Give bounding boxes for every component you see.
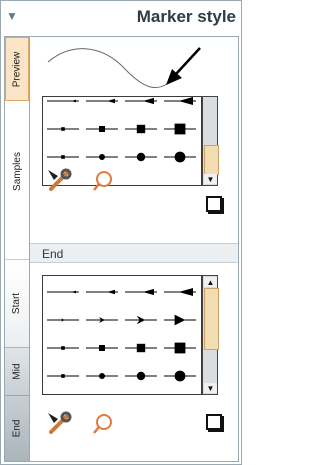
samples-marker-square-2[interactable] [121, 115, 160, 143]
panel-title: Marker style [136, 7, 236, 26]
end-section-label: End [42, 247, 64, 261]
samples-marker-flat-1[interactable] [82, 97, 121, 115]
tab-start-label: Start [11, 292, 23, 315]
tab-samples-label: Samples [11, 151, 23, 191]
tab-preview-label: Preview [11, 51, 23, 87]
tab-samples[interactable]: Samples [5, 101, 29, 241]
samples-search-button[interactable] [88, 166, 118, 196]
end-marker-square-0[interactable] [43, 334, 82, 362]
tab-end[interactable]: End [5, 395, 29, 461]
end-marker-flat-1[interactable] [82, 278, 121, 306]
end-marker-circle-1[interactable] [82, 362, 121, 390]
preview-curve [47, 48, 168, 89]
end-scroll-down-button[interactable]: ▼ [204, 383, 217, 393]
magnifier-icon [93, 171, 112, 191]
end-marker-arrow-2[interactable] [121, 306, 160, 334]
collapse-triangle-icon[interactable]: ▼ [6, 10, 20, 22]
end-tools-button[interactable] [44, 409, 74, 439]
tab-mid-label: Mid [11, 363, 23, 380]
end-marker-flat-2[interactable] [121, 278, 160, 306]
tab-start[interactable]: Start [5, 259, 29, 347]
end-marker-circle-2[interactable] [121, 362, 160, 390]
tab-mid[interactable]: Mid [5, 347, 29, 395]
samples-marker-square-3[interactable] [160, 115, 199, 143]
end-marker-square-0[interactable] [43, 362, 82, 390]
end-marker-arrow-0[interactable] [43, 306, 82, 334]
end-scrollbar[interactable]: ▲ ▼ [202, 275, 219, 395]
end-scroll-thumb[interactable] [204, 288, 219, 350]
samples-marker-square-0[interactable] [43, 115, 82, 143]
tab-preview[interactable]: Preview [5, 37, 29, 101]
end-square-icon[interactable] [206, 414, 222, 430]
samples-marker-circle-2[interactable] [121, 143, 160, 171]
end-marker-circle-3[interactable] [160, 362, 199, 390]
samples-square-icon[interactable] [206, 196, 222, 212]
end-scroll-up-button[interactable]: ▲ [204, 277, 217, 287]
tab-end-label: End [11, 419, 23, 438]
end-search-button[interactable] [88, 409, 118, 439]
samples-scroll-down-button[interactable]: ▼ [204, 174, 217, 184]
end-marker-arrow-1[interactable] [82, 306, 121, 334]
samples-marker-flat-3[interactable] [160, 97, 199, 115]
samples-scrollbar[interactable]: ▼ [202, 96, 219, 186]
samples-marker-circle-3[interactable] [160, 143, 199, 171]
samples-tools-button[interactable] [44, 166, 74, 196]
samples-marker-square-1[interactable] [82, 115, 121, 143]
end-marker-square-1[interactable] [82, 334, 121, 362]
samples-scroll-thumb[interactable] [204, 145, 219, 175]
samples-marker-flat-0[interactable] [43, 97, 82, 115]
end-marker-grid [42, 275, 202, 395]
end-marker-square-2[interactable] [121, 334, 160, 362]
end-marker-tri-3[interactable] [160, 306, 199, 334]
end-marker-square-3[interactable] [160, 334, 199, 362]
end-marker-flat-0[interactable] [43, 278, 82, 306]
end-marker-flat-3[interactable] [160, 278, 199, 306]
preview-arrow-icon [166, 47, 201, 85]
wrench-screwdriver-icon [48, 411, 72, 434]
samples-marker-flat-2[interactable] [121, 97, 160, 115]
wrench-screwdriver-icon [48, 168, 72, 191]
magnifier-icon [93, 414, 112, 434]
